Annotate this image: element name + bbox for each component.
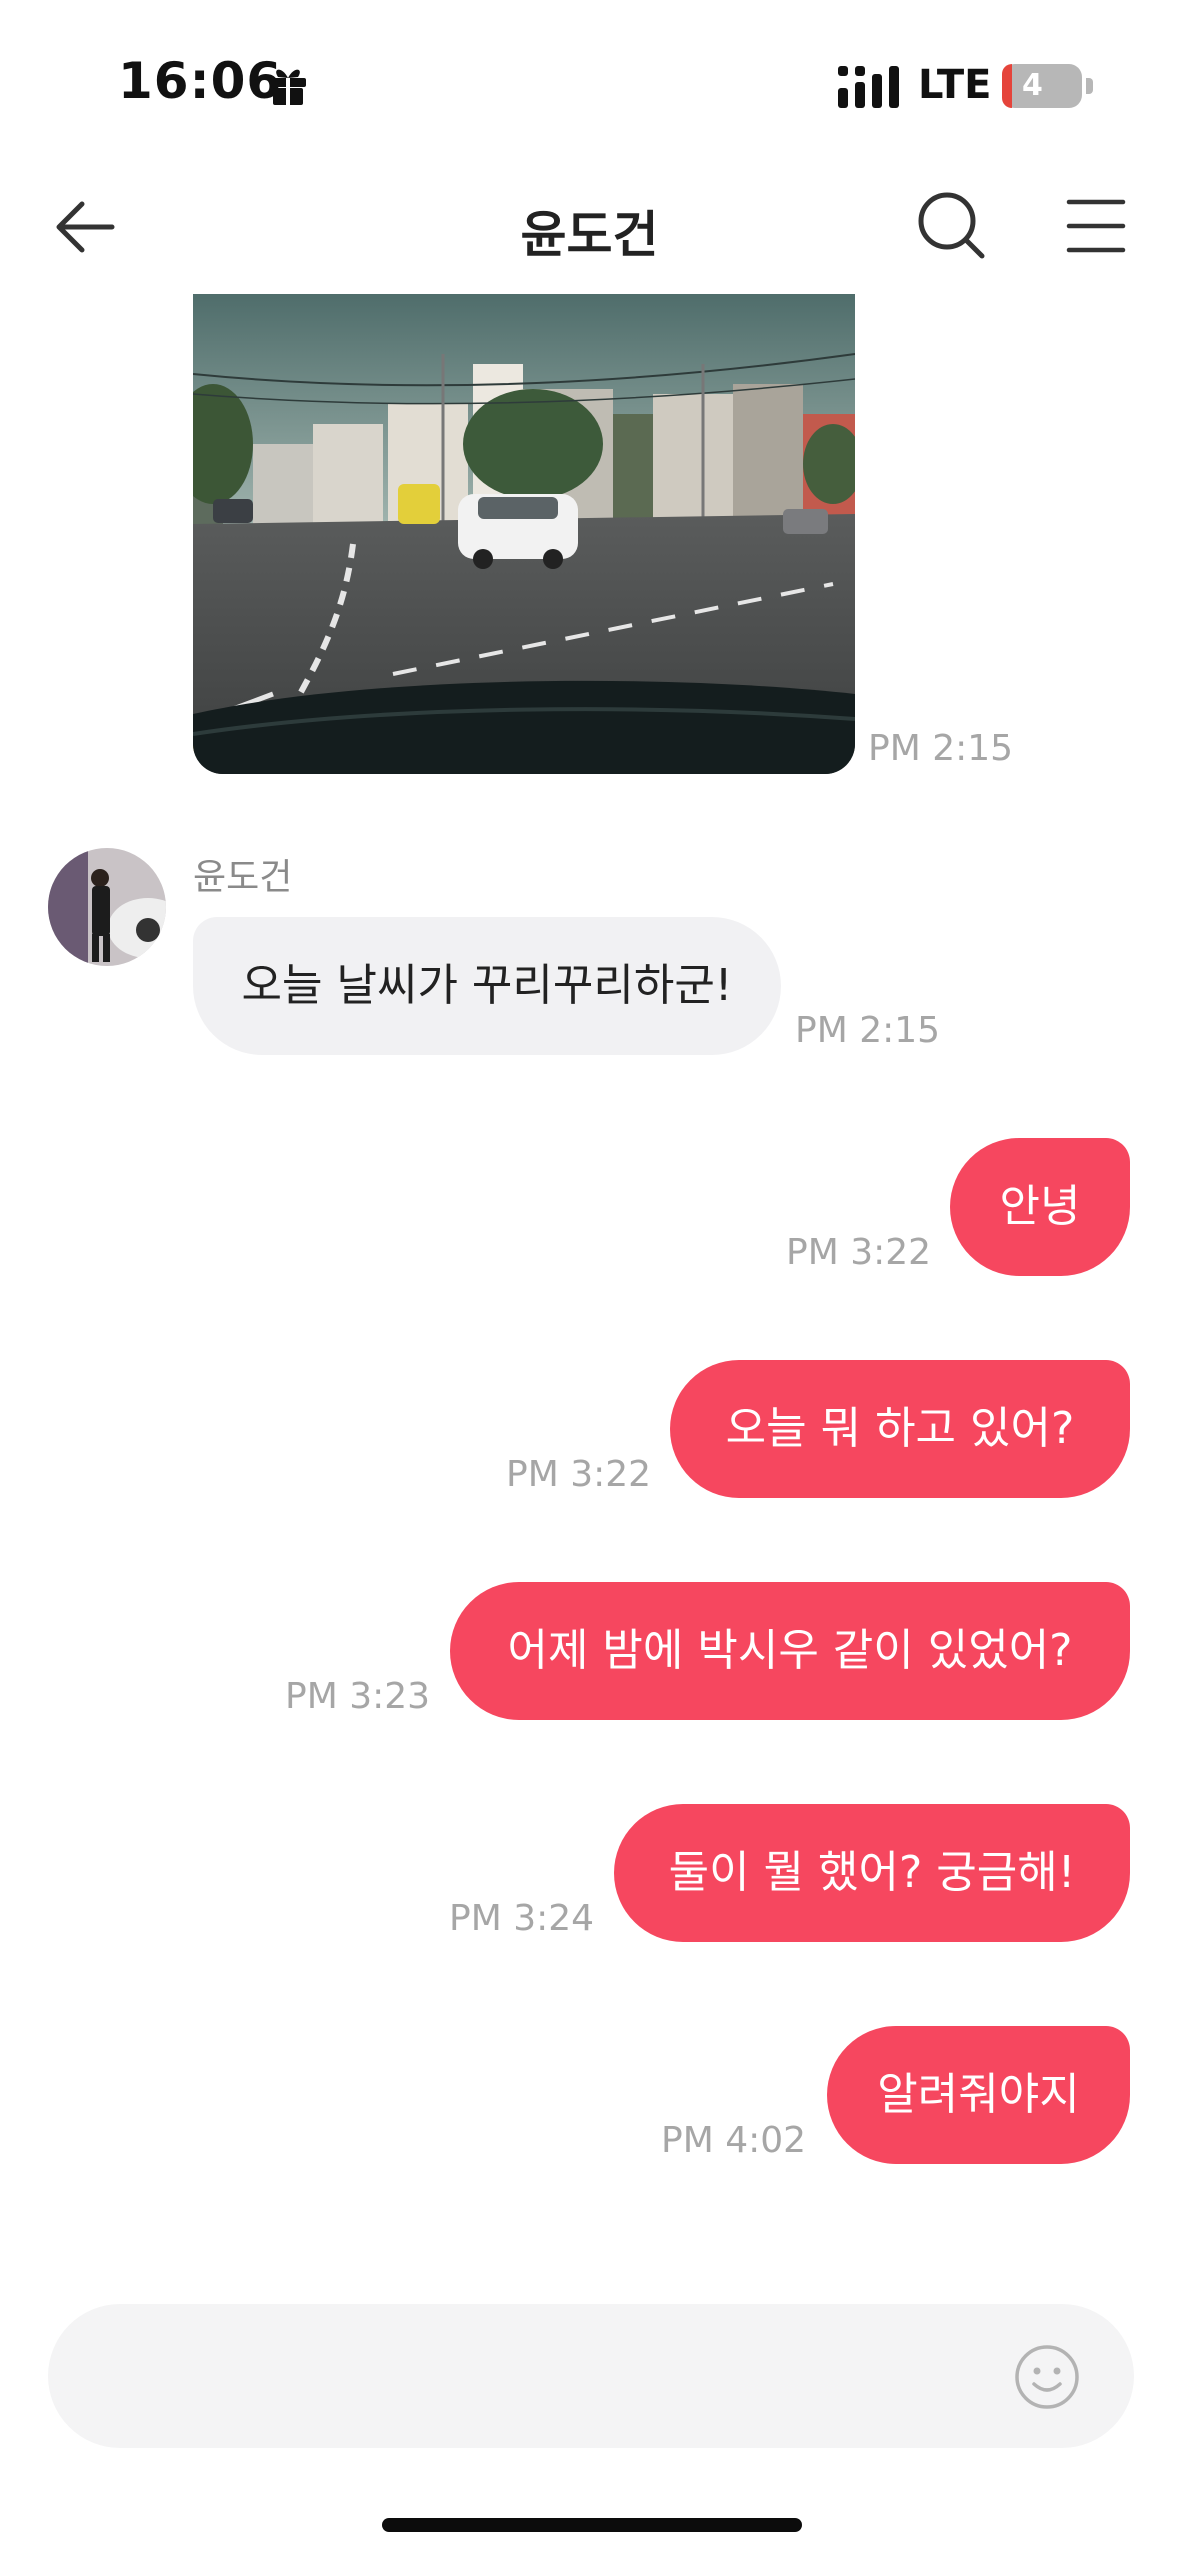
chat-header: 윤도건 xyxy=(0,170,1179,290)
message-bubble-sent[interactable]: 안녕 xyxy=(950,1138,1130,1276)
street-intersection-photo xyxy=(193,294,855,774)
chat-title: 윤도건 xyxy=(520,206,659,264)
network-label: LTE xyxy=(918,62,992,108)
battery-level: 4 xyxy=(1022,68,1043,103)
status-time: 16:06 xyxy=(118,52,283,110)
battery-icon: 4 xyxy=(1002,64,1094,108)
message-timestamp: PM 3:22 xyxy=(506,1454,652,1495)
avatar[interactable] xyxy=(48,848,166,966)
message-input-bar xyxy=(48,2304,1134,2448)
sender-name: 윤도건 xyxy=(193,857,293,898)
photo-message[interactable] xyxy=(193,294,855,774)
message-timestamp: PM 3:22 xyxy=(786,1232,932,1273)
message-timestamp: PM 3:23 xyxy=(285,1676,431,1717)
message-bubble-sent[interactable]: 어제 밤에 박시우 같이 있었어? xyxy=(450,1582,1130,1720)
message-timestamp: PM 3:24 xyxy=(449,1898,595,1939)
message-bubble-sent[interactable]: 둘이 뭘 했어? 궁금해! xyxy=(614,1804,1130,1942)
message-timestamp: PM 2:15 xyxy=(795,1010,941,1051)
message-bubble-sent[interactable]: 오늘 뭐 하고 있어? xyxy=(670,1360,1130,1498)
message-timestamp: PM 2:15 xyxy=(868,728,1014,769)
emoji-icon[interactable] xyxy=(1014,2344,1080,2410)
search-icon[interactable] xyxy=(914,188,988,262)
message-bubble-received[interactable]: 오늘 날씨가 꾸리꾸리하군! xyxy=(193,917,781,1055)
message-input[interactable] xyxy=(98,2304,998,2448)
home-indicator xyxy=(382,2518,802,2532)
status-bar: 16:06 LTE 4 xyxy=(0,0,1179,170)
message-timestamp: PM 4:02 xyxy=(661,2120,807,2161)
signal-icon xyxy=(838,66,899,108)
menu-icon[interactable] xyxy=(1066,198,1126,254)
message-bubble-sent[interactable]: 알려줘야지 xyxy=(827,2026,1130,2164)
gift-icon xyxy=(270,69,306,105)
